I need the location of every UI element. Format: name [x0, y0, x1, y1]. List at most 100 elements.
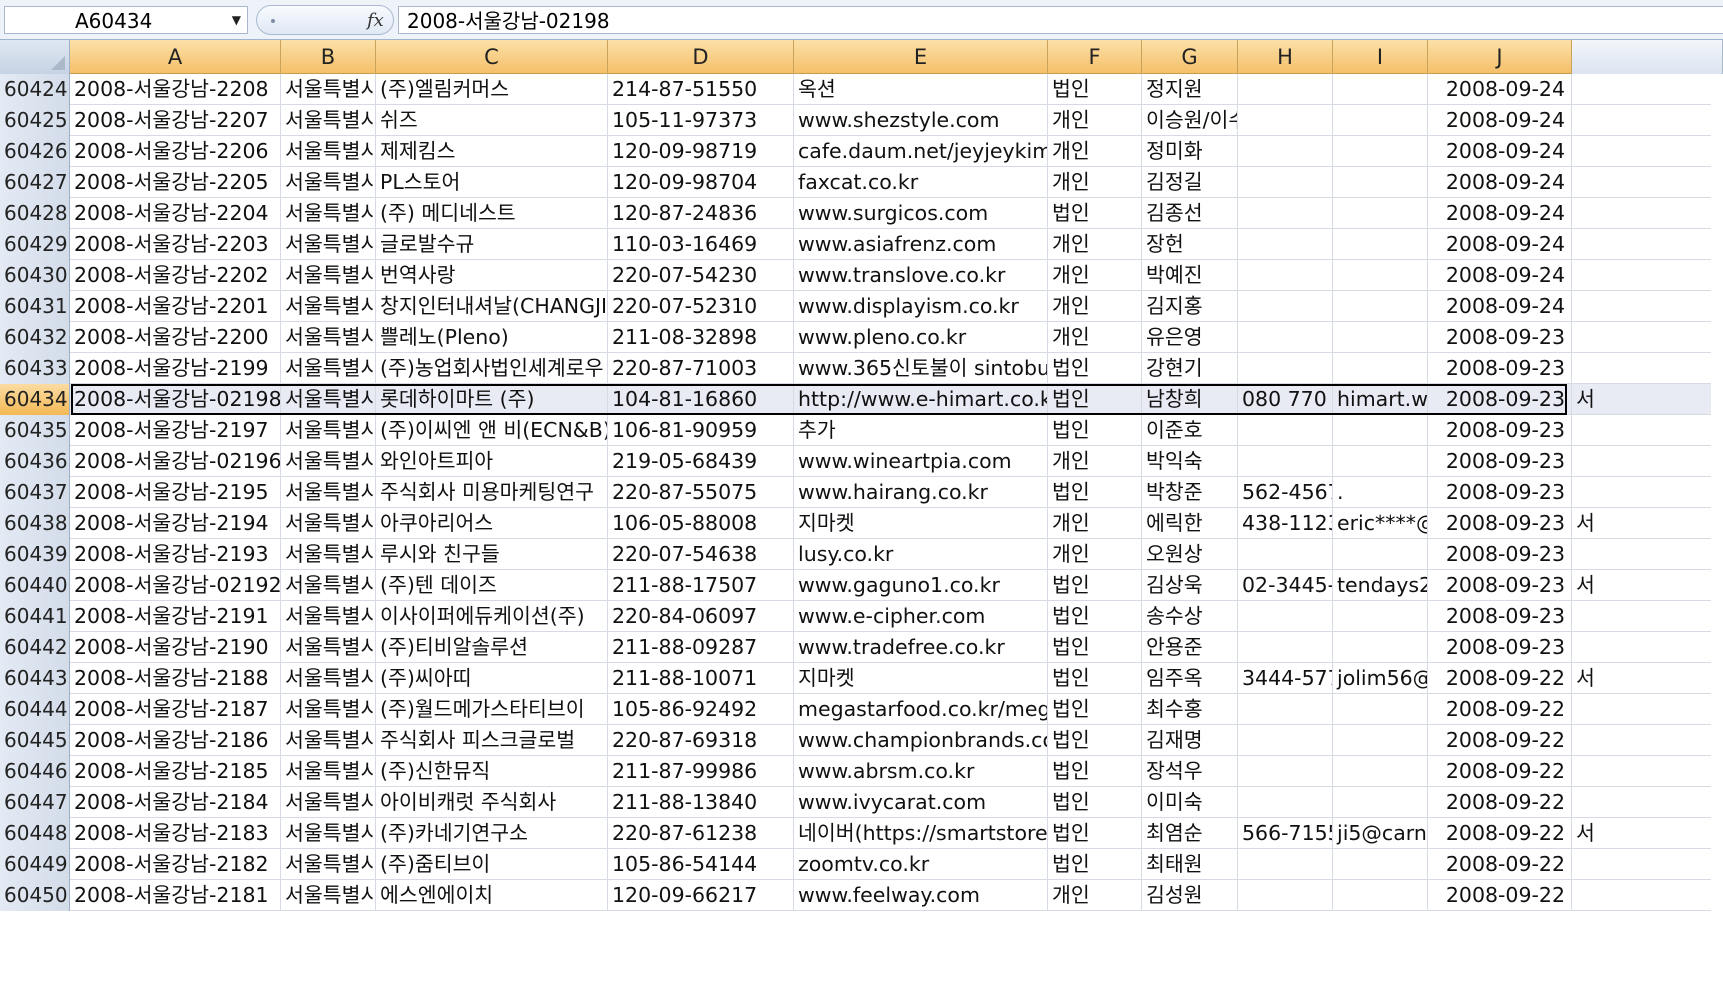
cell-f[interactable]: 법인 — [1048, 415, 1142, 446]
cell-e[interactable]: faxcat.co.kr — [794, 167, 1048, 198]
cell-f[interactable]: 법인 — [1048, 74, 1142, 105]
cell-d[interactable]: 214-87-51550 — [608, 74, 794, 105]
cell-g[interactable]: 이미숙 — [1142, 787, 1238, 818]
cell-j[interactable]: 2008-09-22 — [1428, 787, 1572, 818]
cell-d[interactable]: 110-03-16469 — [608, 229, 794, 260]
cell-i[interactable] — [1333, 539, 1428, 570]
row-header[interactable]: 60428 — [0, 198, 70, 229]
cell-a[interactable]: 2008-서울강남-2195 — [70, 477, 281, 508]
cell-h[interactable]: 02-3445-1 — [1238, 570, 1333, 601]
cell-k[interactable] — [1572, 477, 1723, 508]
cell-i[interactable] — [1333, 601, 1428, 632]
cell-h[interactable]: 566-7155 — [1238, 818, 1333, 849]
cell-e[interactable]: www.championbrands.co.kr — [794, 725, 1048, 756]
cell-g[interactable]: 남창희 — [1142, 384, 1238, 415]
cell-i[interactable] — [1333, 415, 1428, 446]
cell-a[interactable]: 2008-서울강남-2199 — [70, 353, 281, 384]
cell-b[interactable]: 서울특별시 — [281, 539, 376, 570]
cell-a[interactable]: 2008-서울강남-2187 — [70, 694, 281, 725]
cell-j[interactable]: 2008-09-23 — [1428, 539, 1572, 570]
cell-g[interactable]: 최염순 — [1142, 818, 1238, 849]
cell-d[interactable]: 220-84-06097 — [608, 601, 794, 632]
cell-b[interactable]: 서울특별시 — [281, 260, 376, 291]
cell-a[interactable]: 2008-서울강남-2182 — [70, 849, 281, 880]
cell-k[interactable] — [1572, 694, 1723, 725]
cell-h[interactable] — [1238, 105, 1333, 136]
cell-j[interactable]: 2008-09-23 — [1428, 570, 1572, 601]
cell-d[interactable]: 211-88-09287 — [608, 632, 794, 663]
cell-d[interactable]: 120-87-24836 — [608, 198, 794, 229]
cell-d[interactable]: 220-07-52310 — [608, 291, 794, 322]
cell-j[interactable]: 2008-09-22 — [1428, 694, 1572, 725]
row-header[interactable]: 60438 — [0, 508, 70, 539]
cell-d[interactable]: 220-87-61238 — [608, 818, 794, 849]
cell-d[interactable]: 120-09-98719 — [608, 136, 794, 167]
cell-i[interactable] — [1333, 880, 1428, 911]
cell-g[interactable]: 안용준 — [1142, 632, 1238, 663]
formula-input[interactable]: 2008-서울강남-02198 — [398, 6, 1723, 34]
cell-h[interactable] — [1238, 880, 1333, 911]
cell-j[interactable]: 2008-09-24 — [1428, 105, 1572, 136]
cell-j[interactable]: 2008-09-22 — [1428, 880, 1572, 911]
column-header-j[interactable]: J — [1428, 40, 1572, 74]
cell-c[interactable]: 쁠레노(Pleno) — [376, 322, 608, 353]
cell-d[interactable]: 104-81-16860 — [608, 384, 794, 415]
cell-a[interactable]: 2008-서울강남-2190 — [70, 632, 281, 663]
cell-c[interactable]: 이사이퍼에듀케이션(주) — [376, 601, 608, 632]
column-header-a[interactable]: A — [70, 40, 281, 74]
cell-e[interactable]: www.wineartpia.com — [794, 446, 1048, 477]
cell-f[interactable]: 개인 — [1048, 260, 1142, 291]
cell-e[interactable]: www.asiafrenz.com — [794, 229, 1048, 260]
cell-b[interactable]: 서울특별시 — [281, 322, 376, 353]
cell-k[interactable] — [1572, 229, 1723, 260]
cell-c[interactable]: 에스엔에이치 — [376, 880, 608, 911]
cell-h[interactable] — [1238, 539, 1333, 570]
cell-b[interactable]: 서울특별시 — [281, 663, 376, 694]
cell-c[interactable]: 와인아트피아 — [376, 446, 608, 477]
cell-a[interactable]: 2008-서울강남-2205 — [70, 167, 281, 198]
cell-e[interactable]: www.hairang.co.kr — [794, 477, 1048, 508]
cell-j[interactable]: 2008-09-22 — [1428, 725, 1572, 756]
cell-b[interactable]: 서울특별시 — [281, 198, 376, 229]
cell-b[interactable]: 서울특별시 — [281, 756, 376, 787]
cell-d[interactable]: 120-09-66217 — [608, 880, 794, 911]
cell-c[interactable]: 주식회사 피스크글로벌 — [376, 725, 608, 756]
cell-a[interactable]: 2008-서울강남-2191 — [70, 601, 281, 632]
cell-c[interactable]: 아쿠아리어스 — [376, 508, 608, 539]
cell-f[interactable]: 법인 — [1048, 601, 1142, 632]
cell-f[interactable]: 개인 — [1048, 322, 1142, 353]
cell-g[interactable]: 이준호 — [1142, 415, 1238, 446]
cell-i[interactable] — [1333, 353, 1428, 384]
cell-c[interactable]: 제제킴스 — [376, 136, 608, 167]
row-header[interactable]: 60433 — [0, 353, 70, 384]
cell-e[interactable]: 네이버(https://smartstore.n — [794, 818, 1048, 849]
row-header[interactable]: 60442 — [0, 632, 70, 663]
cell-j[interactable]: 2008-09-23 — [1428, 508, 1572, 539]
cell-g[interactable]: 박익숙 — [1142, 446, 1238, 477]
insert-function-icon[interactable]: fx — [367, 10, 384, 31]
cell-i[interactable] — [1333, 74, 1428, 105]
cell-d[interactable]: 211-88-10071 — [608, 663, 794, 694]
cell-a[interactable]: 2008-서울강남-2204 — [70, 198, 281, 229]
column-header-c[interactable]: C — [376, 40, 608, 74]
cell-k[interactable] — [1572, 725, 1723, 756]
row-header[interactable]: 60437 — [0, 477, 70, 508]
cell-e[interactable]: zoomtv.co.kr — [794, 849, 1048, 880]
cell-i[interactable]: eric****@a — [1333, 508, 1428, 539]
row-header[interactable]: 60444 — [0, 694, 70, 725]
row-header[interactable]: 60447 — [0, 787, 70, 818]
cell-i[interactable]: himart.we — [1333, 384, 1428, 415]
cell-f[interactable]: 개인 — [1048, 446, 1142, 477]
cell-d[interactable]: 211-87-99986 — [608, 756, 794, 787]
cell-e[interactable]: megastarfood.co.kr/megast — [794, 694, 1048, 725]
cell-g[interactable]: 김종선 — [1142, 198, 1238, 229]
cell-b[interactable]: 서울특별시 — [281, 353, 376, 384]
row-header[interactable]: 60440 — [0, 570, 70, 601]
cell-f[interactable]: 개인 — [1048, 539, 1142, 570]
cell-a[interactable]: 2008-서울강남-2188 — [70, 663, 281, 694]
cell-j[interactable]: 2008-09-24 — [1428, 136, 1572, 167]
cell-g[interactable]: 이승원/이수민 — [1142, 105, 1238, 136]
cell-a[interactable]: 2008-서울강남-2201 — [70, 291, 281, 322]
cell-g[interactable]: 김지홍 — [1142, 291, 1238, 322]
cell-b[interactable]: 서울특별시 — [281, 694, 376, 725]
